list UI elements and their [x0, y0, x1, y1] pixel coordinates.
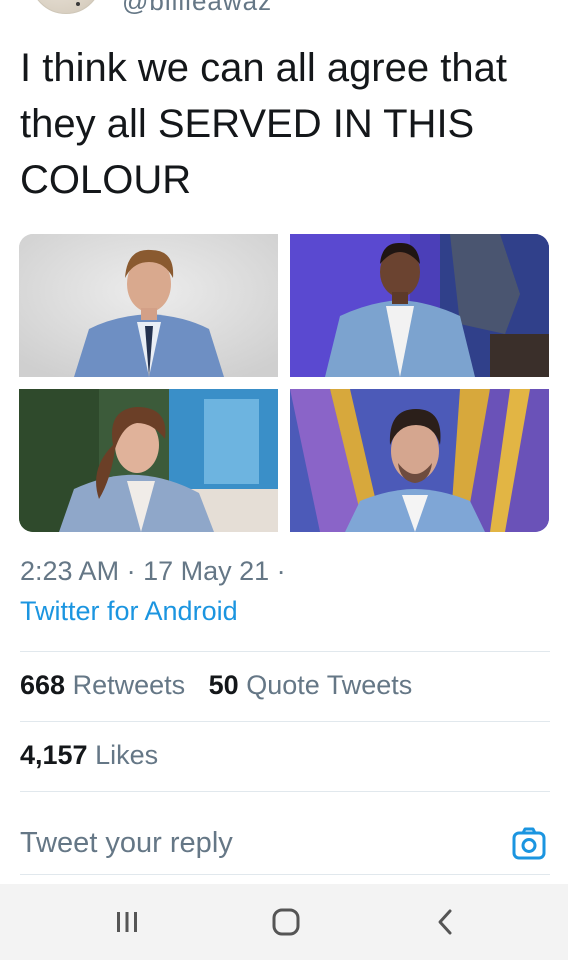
tweet-author-header: @billieawaz — [0, 0, 568, 20]
quote-tweets-count: 50 — [208, 670, 239, 700]
meta-separator: · — [119, 556, 144, 586]
quote-tweets-stat[interactable]: 50 Quote Tweets — [209, 670, 413, 701]
retweets-label: Retweets — [65, 670, 186, 700]
engagement-stats-row: 668 Retweets 50 Quote Tweets — [20, 670, 428, 701]
tweet-timestamp[interactable]: 2:23 AM · 17 May 21 · — [20, 556, 286, 587]
system-navigation-bar — [0, 884, 568, 960]
retweets-count: 668 — [20, 670, 66, 700]
avatar-detail — [76, 2, 80, 6]
divider — [20, 874, 550, 875]
author-handle[interactable]: @billieawaz — [122, 0, 272, 17]
divider — [20, 791, 550, 792]
home-icon[interactable] — [266, 902, 306, 942]
tweet-time: 2:23 AM — [20, 556, 120, 586]
tweet-source-link[interactable]: Twitter for Android — [20, 596, 238, 627]
quote-tweets-label: Quote Tweets — [238, 670, 413, 700]
tweet-photo-3[interactable] — [19, 389, 278, 532]
meta-trailing-separator: · — [269, 556, 286, 586]
back-icon[interactable] — [425, 902, 465, 942]
reply-input[interactable]: Tweet your reply — [20, 827, 233, 860]
divider — [20, 651, 550, 652]
tweet-photo-4[interactable] — [290, 389, 549, 532]
camera-icon[interactable] — [511, 826, 547, 862]
tweet-photo-2[interactable] — [290, 234, 549, 377]
profile-avatar[interactable] — [30, 0, 102, 14]
likes-count: 4,157 — [20, 740, 88, 770]
divider — [20, 721, 550, 722]
likes-label: Likes — [87, 740, 159, 770]
recents-icon[interactable] — [107, 902, 147, 942]
tweet-media-grid — [19, 234, 549, 532]
tweet-date: 17 May 21 — [143, 556, 270, 586]
tweet-text: I think we can all agree that they all S… — [20, 46, 507, 202]
retweets-stat[interactable]: 668 Retweets — [20, 670, 185, 701]
tweet-photo-1[interactable] — [19, 234, 278, 377]
likes-stat[interactable]: 4,157 Likes — [20, 740, 158, 771]
